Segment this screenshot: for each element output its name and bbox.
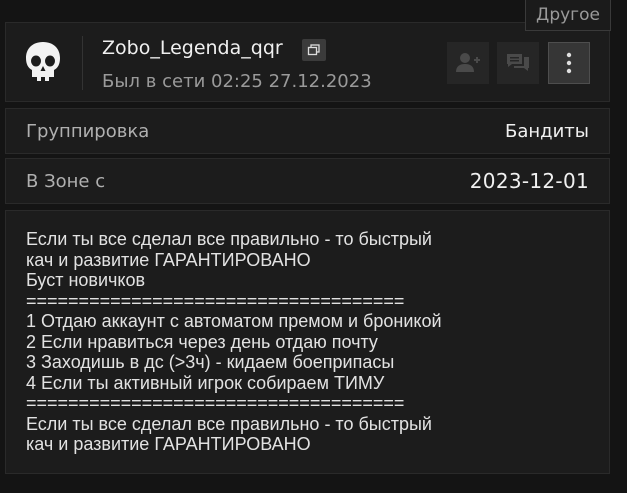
- description-line: Если ты все сделал все правильно - то бы…: [26, 229, 432, 249]
- profile-header: Zobo_Legenda_qqr Был в сети 02:25 27.12.…: [5, 22, 610, 102]
- message-button[interactable]: [497, 42, 539, 84]
- zone-since-value: 2023-12-01: [469, 169, 589, 193]
- add-friend-button[interactable]: [447, 42, 489, 84]
- zone-since-row: В Зоне с 2023-12-01: [5, 158, 610, 204]
- more-vertical-icon: [566, 52, 572, 74]
- description-line: кач и развитие ГАРАНТИРОВАНО: [26, 434, 311, 454]
- username: Zobo_Legenda_qqr: [102, 37, 283, 59]
- profile-description: Если ты все сделал все правильно - то бы…: [5, 210, 610, 474]
- description-separator: ====================================: [26, 290, 405, 311]
- faction-value: Бандиты: [505, 120, 589, 142]
- last-seen-status: Был в сети 02:25 27.12.2023: [102, 71, 372, 92]
- tooltip-other: Другое: [525, 0, 611, 31]
- description-line: 1 Отдаю аккаунт с автоматом премом и бро…: [26, 311, 442, 331]
- message-icon: [507, 54, 529, 71]
- add-friend-icon: [456, 53, 480, 72]
- zone-since-label: В Зоне с: [26, 170, 106, 192]
- description-line: кач и развитие ГАРАНТИРОВАНО: [26, 249, 311, 270]
- description-line: Если ты все сделал все правильно - то бы…: [26, 413, 432, 434]
- header-divider: [82, 36, 83, 90]
- more-options-button[interactable]: [548, 42, 590, 84]
- description-line: 4 Если ты активный игрок собираем ТИМУ: [26, 372, 385, 393]
- description-separator: ====================================: [26, 393, 405, 413]
- copy-icon[interactable]: [302, 39, 326, 61]
- faction-row: Группировка Бандиты: [5, 108, 610, 154]
- description-line: 3 Заходишь в дс (>3ч) - кидаем боеприпас…: [26, 352, 395, 372]
- description-line: Буст новичков: [26, 270, 146, 290]
- skull-icon: [20, 39, 66, 85]
- description-line: 2 Если нравиться через день отдаю почту: [26, 331, 378, 352]
- faction-label: Группировка: [26, 120, 150, 142]
